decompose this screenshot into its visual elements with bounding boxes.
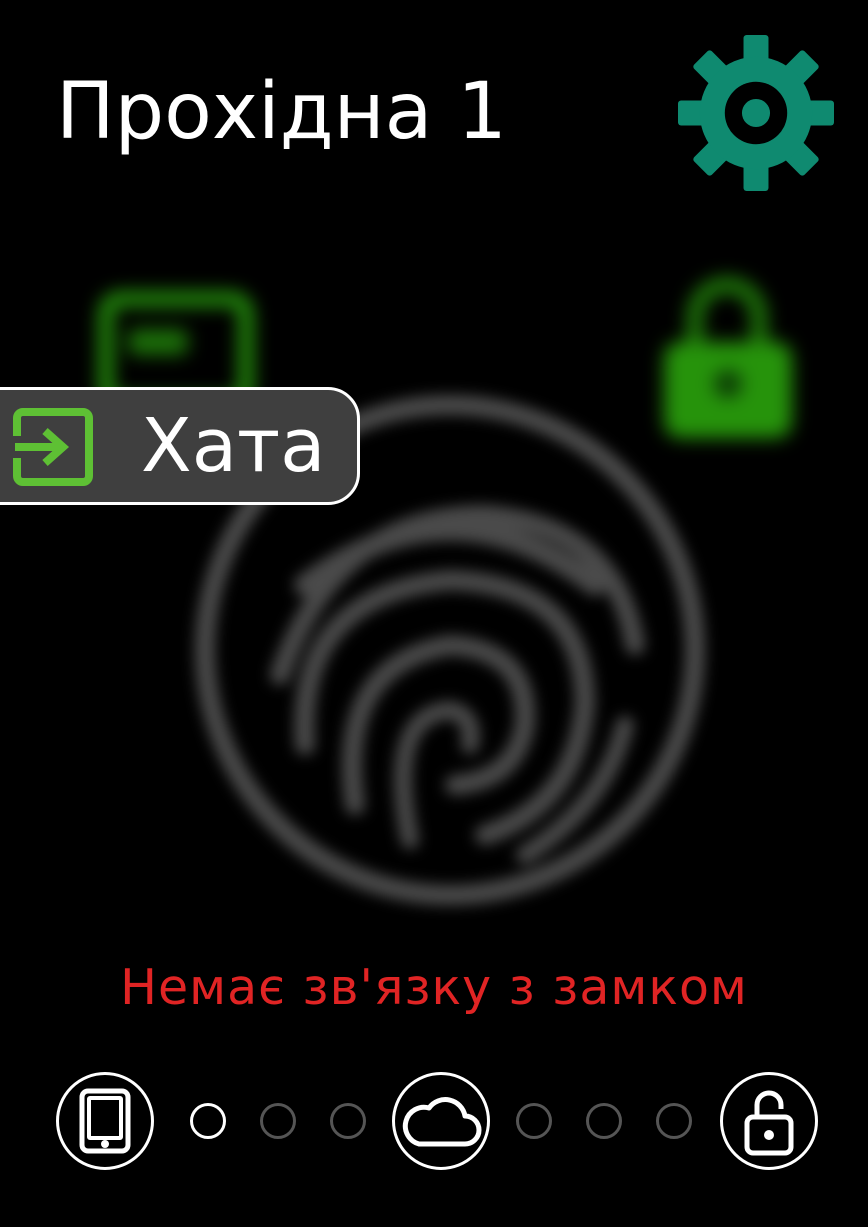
device-button[interactable] bbox=[56, 1072, 154, 1170]
lock-screen: Прохідна 1 Хата Немає зв'язку з замком bbox=[0, 0, 868, 1227]
connection-dot bbox=[260, 1103, 296, 1139]
unlock-icon bbox=[744, 1090, 794, 1156]
gear-icon bbox=[678, 35, 834, 191]
lock-button[interactable] bbox=[720, 1072, 818, 1170]
connection-dot bbox=[586, 1103, 622, 1139]
status-message: Немає зв'язку з замком bbox=[120, 959, 748, 1016]
connection-dot bbox=[516, 1103, 552, 1139]
settings-button[interactable] bbox=[678, 32, 834, 194]
enter-icon bbox=[13, 408, 93, 486]
selected-place-chip[interactable]: Хата bbox=[0, 387, 360, 505]
page-title: Прохідна 1 bbox=[56, 67, 507, 157]
connection-dot bbox=[330, 1103, 366, 1139]
cloud-icon bbox=[402, 1097, 482, 1147]
selected-place-label: Хата bbox=[141, 403, 326, 489]
tablet-icon bbox=[79, 1088, 131, 1154]
connection-dot bbox=[656, 1103, 692, 1139]
connection-dot bbox=[190, 1103, 226, 1139]
cloud-button[interactable] bbox=[392, 1072, 490, 1170]
